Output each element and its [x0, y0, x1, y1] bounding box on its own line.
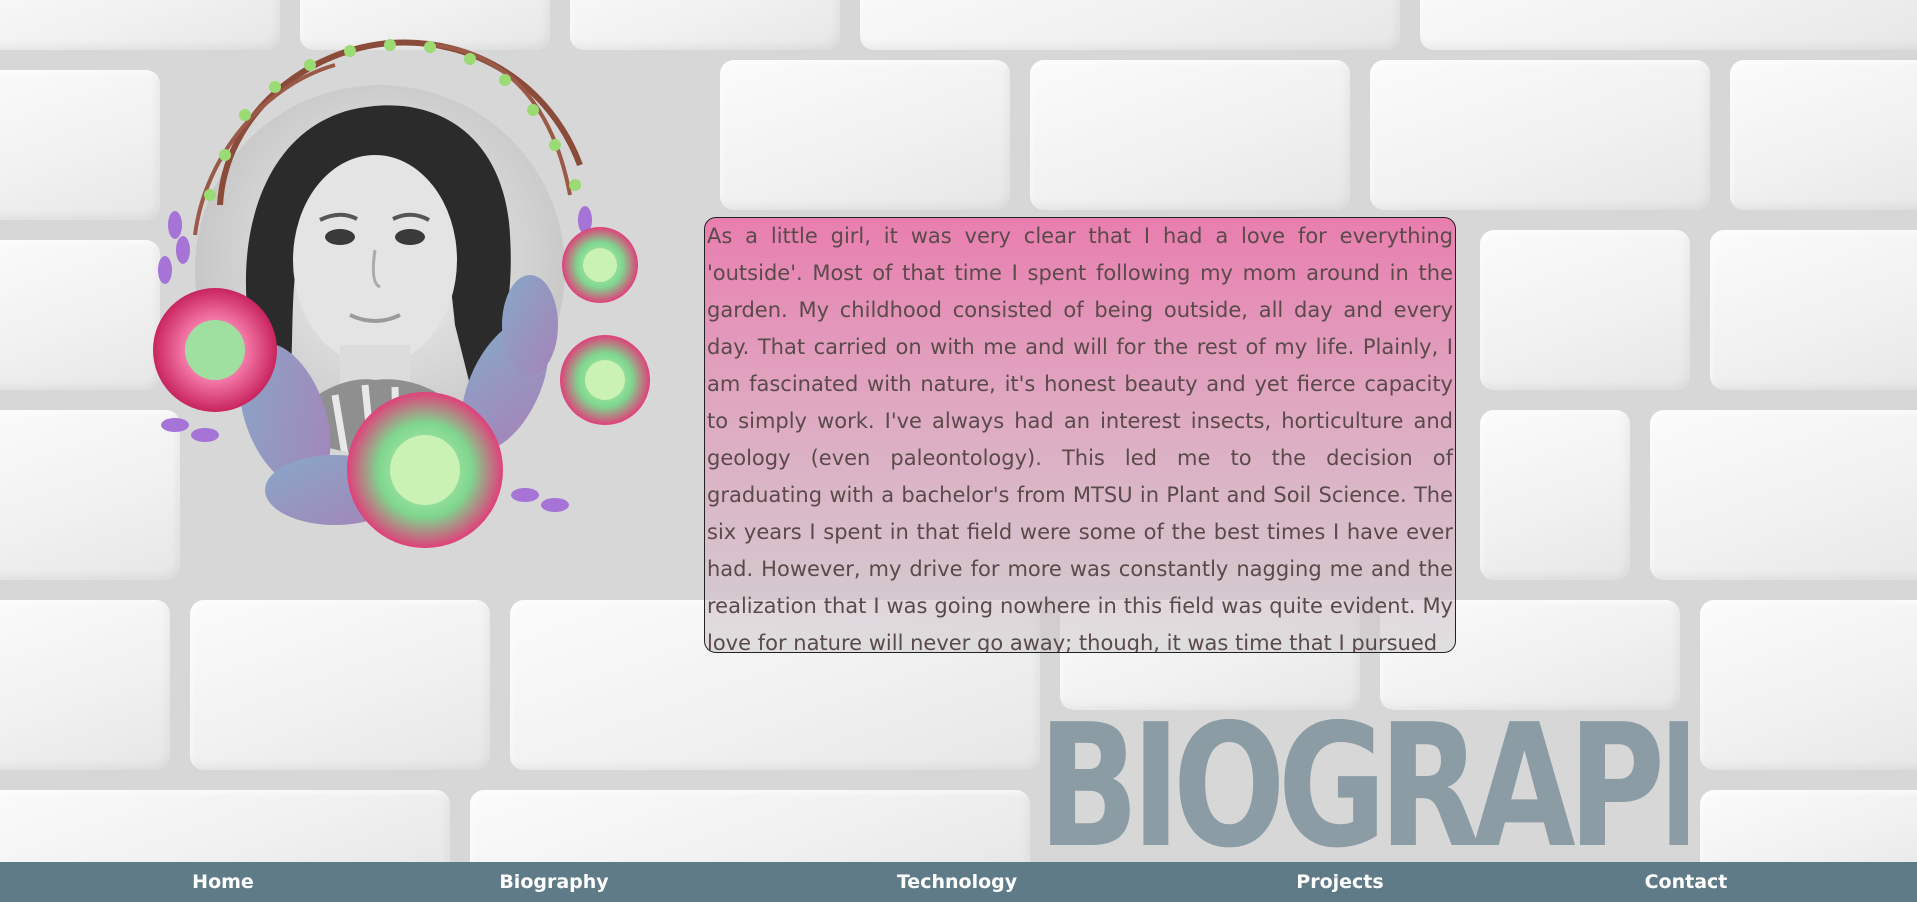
- nav-link-biography[interactable]: Biography: [499, 862, 608, 902]
- brick: [860, 0, 1400, 50]
- brick: [1710, 230, 1917, 390]
- brick: [1730, 60, 1917, 210]
- biography-paragraph: As a little girl, it was very clear that…: [707, 224, 1453, 653]
- brick: [1480, 410, 1630, 580]
- brick: [1650, 410, 1917, 580]
- brick: [720, 60, 1010, 210]
- nav-link-technology[interactable]: Technology: [897, 862, 1017, 902]
- brick: [1030, 60, 1350, 210]
- profile-portrait-with-succulent-wreath: [135, 25, 705, 570]
- brick: [0, 600, 170, 770]
- nav-link-projects[interactable]: Projects: [1296, 862, 1383, 902]
- page-heading: BIOGRAPHY: [1038, 712, 1688, 862]
- brick: [190, 600, 490, 770]
- biography-text-panel[interactable]: As a little girl, it was very clear that…: [704, 217, 1456, 653]
- biography-heading-text: BIOGRAPHY: [1038, 712, 1688, 862]
- brick: [1480, 230, 1690, 390]
- bottom-navbar: Home Biography Technology Projects Conta…: [0, 862, 1917, 902]
- brick: [1370, 60, 1710, 210]
- nav-link-contact[interactable]: Contact: [1645, 862, 1728, 902]
- brick: [1420, 0, 1917, 50]
- brick: [1700, 600, 1917, 770]
- nav-link-home[interactable]: Home: [192, 862, 254, 902]
